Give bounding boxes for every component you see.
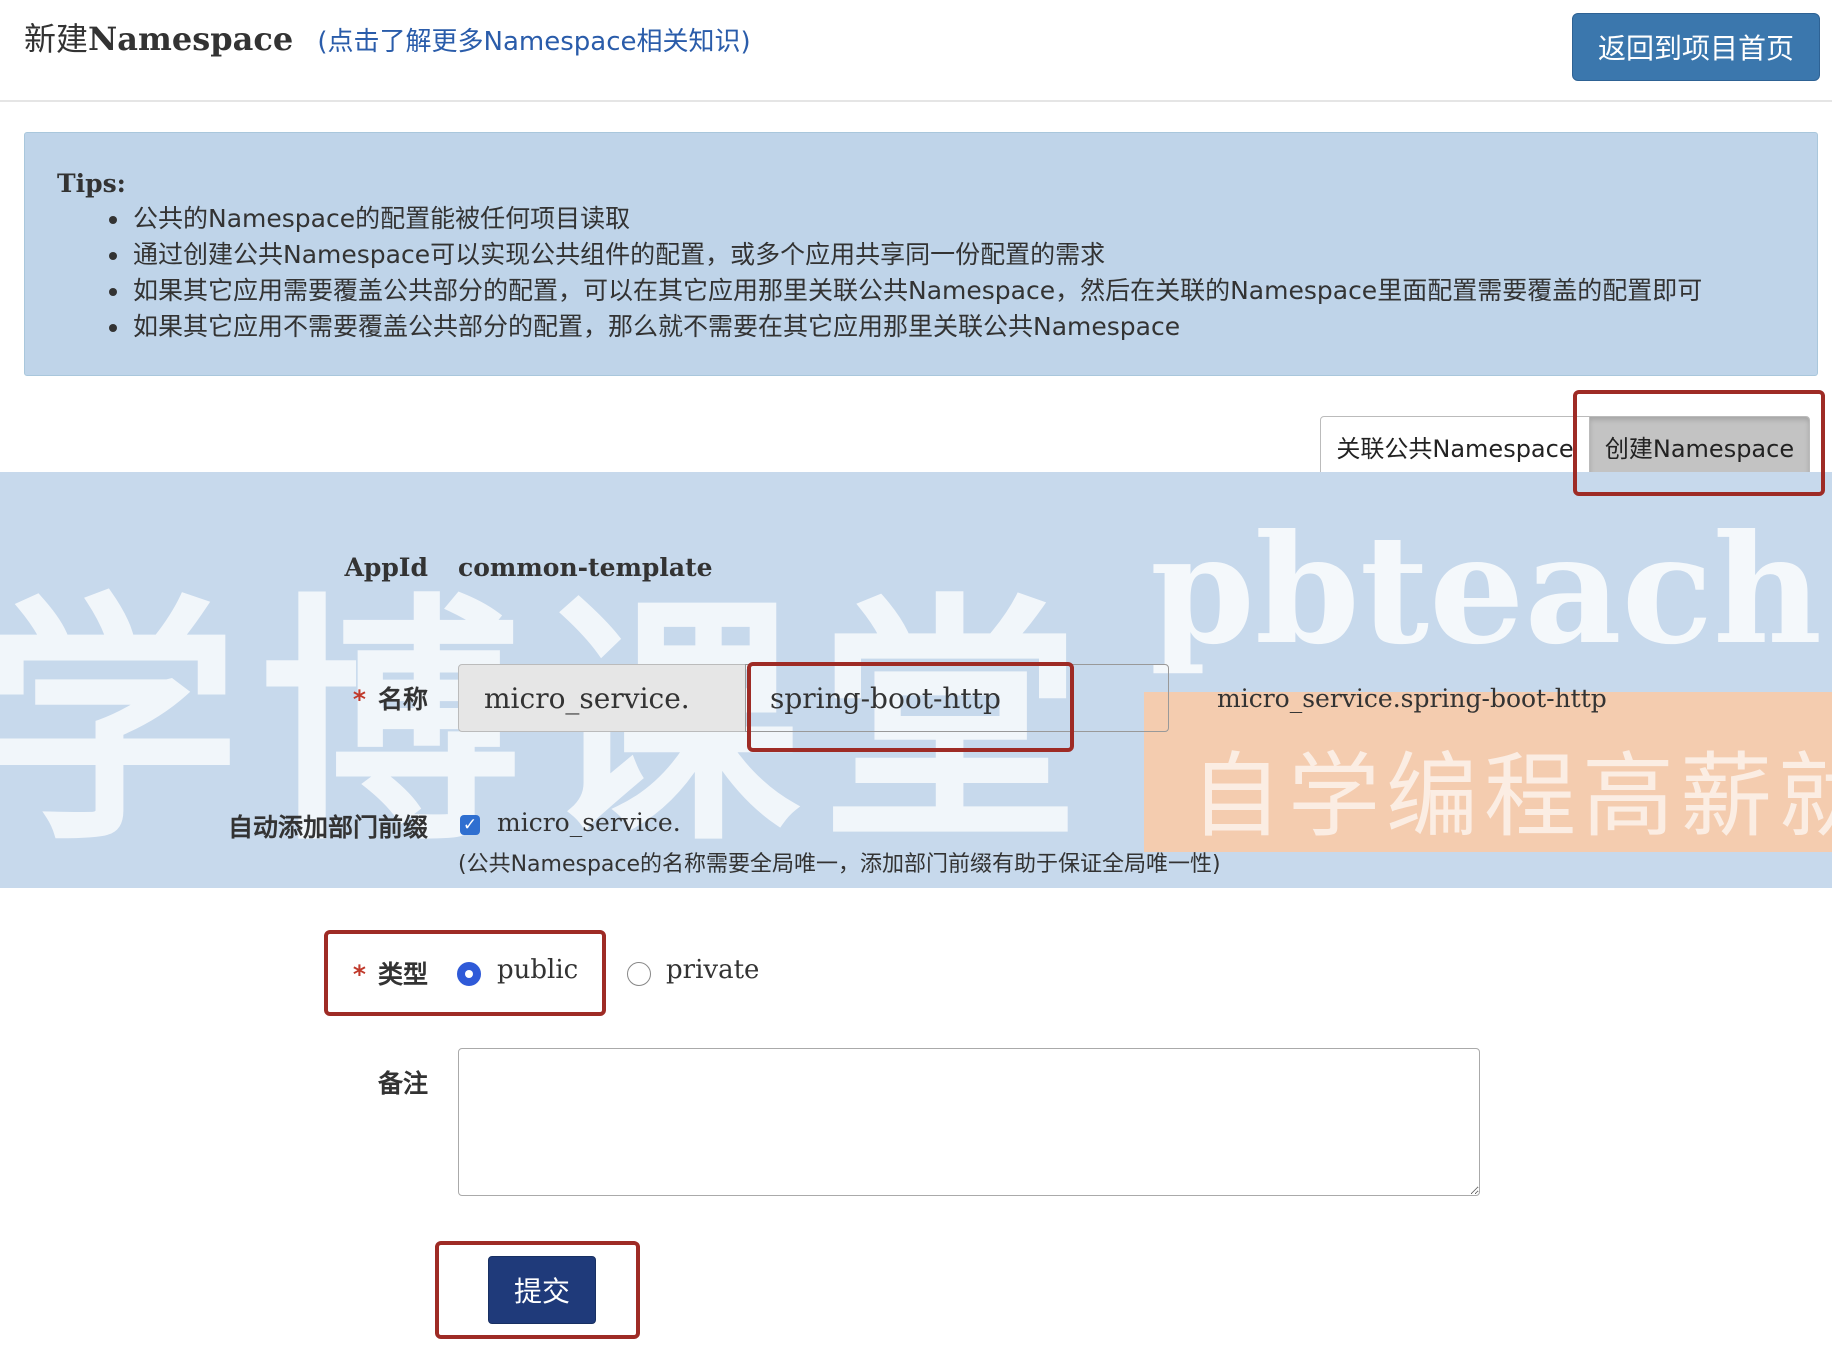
page-title-prefix: 新建 (24, 20, 89, 58)
tips-title: Tips: (57, 169, 126, 198)
highlight-submit (435, 1241, 640, 1339)
auto-prefix-hint: (公共Namespace的名称需要全局唯一，添加部门前缀有助于保证全局唯一性) (458, 852, 1221, 877)
check-icon[interactable]: ✓ (460, 815, 480, 835)
auto-prefix-label: 自动添加部门前缀 (227, 813, 428, 842)
watermark-site: pbteach.co (1150, 502, 1832, 678)
highlight-type-public (324, 930, 606, 1016)
name-label-text: 名称 (377, 685, 428, 714)
tips-list: 公共的Namespace的配置能被任何项目读取 通过创建公共Namespace可… (108, 201, 1702, 345)
help-link[interactable]: (点击了解更多Namespace相关知识) (317, 27, 750, 57)
name-label: * 名称 (353, 680, 428, 716)
required-mark: * (352, 685, 366, 714)
tips-item: 如果其它应用不需要覆盖公共部分的配置，那么就不需要在其它应用那里关联公共Name… (108, 309, 1702, 345)
appid-value: common-template (458, 553, 713, 582)
highlight-create-tab (1573, 390, 1825, 496)
tips-item: 公共的Namespace的配置能被任何项目读取 (108, 201, 1702, 237)
header-divider (0, 100, 1832, 102)
radio-unchecked-icon[interactable] (627, 962, 651, 986)
back-to-project-button[interactable]: 返回到项目首页 (1572, 13, 1820, 81)
tab-link-public-namespace[interactable]: 关联公共Namespace (1320, 416, 1590, 476)
tips-panel: Tips: 公共的Namespace的配置能被任何项目读取 通过创建公共Name… (24, 132, 1818, 376)
comment-textarea[interactable] (458, 1048, 1480, 1196)
tips-item: 如果其它应用需要覆盖公共部分的配置，可以在其它应用那里关联公共Namespace… (108, 273, 1702, 309)
type-private-label[interactable]: private (666, 955, 759, 985)
name-preview: micro_service.spring-boot-http (1217, 684, 1607, 713)
page-title: 新建Namespace (点击了解更多Namespace相关知识) (24, 14, 751, 60)
highlight-name-input (747, 662, 1074, 752)
appid-label: AppId (344, 553, 428, 582)
watermark-slogan: 自学编程高薪就 (1190, 743, 1832, 850)
page-title-namespace: Namespace (88, 20, 294, 58)
tips-item: 通过创建公共Namespace可以实现公共组件的配置，或多个应用共享同一份配置的… (108, 237, 1702, 273)
name-prefix-addon: micro_service. (458, 664, 746, 732)
comment-label: 备注 (377, 1069, 428, 1098)
auto-prefix-checkbox-label[interactable]: micro_service. (497, 808, 681, 837)
